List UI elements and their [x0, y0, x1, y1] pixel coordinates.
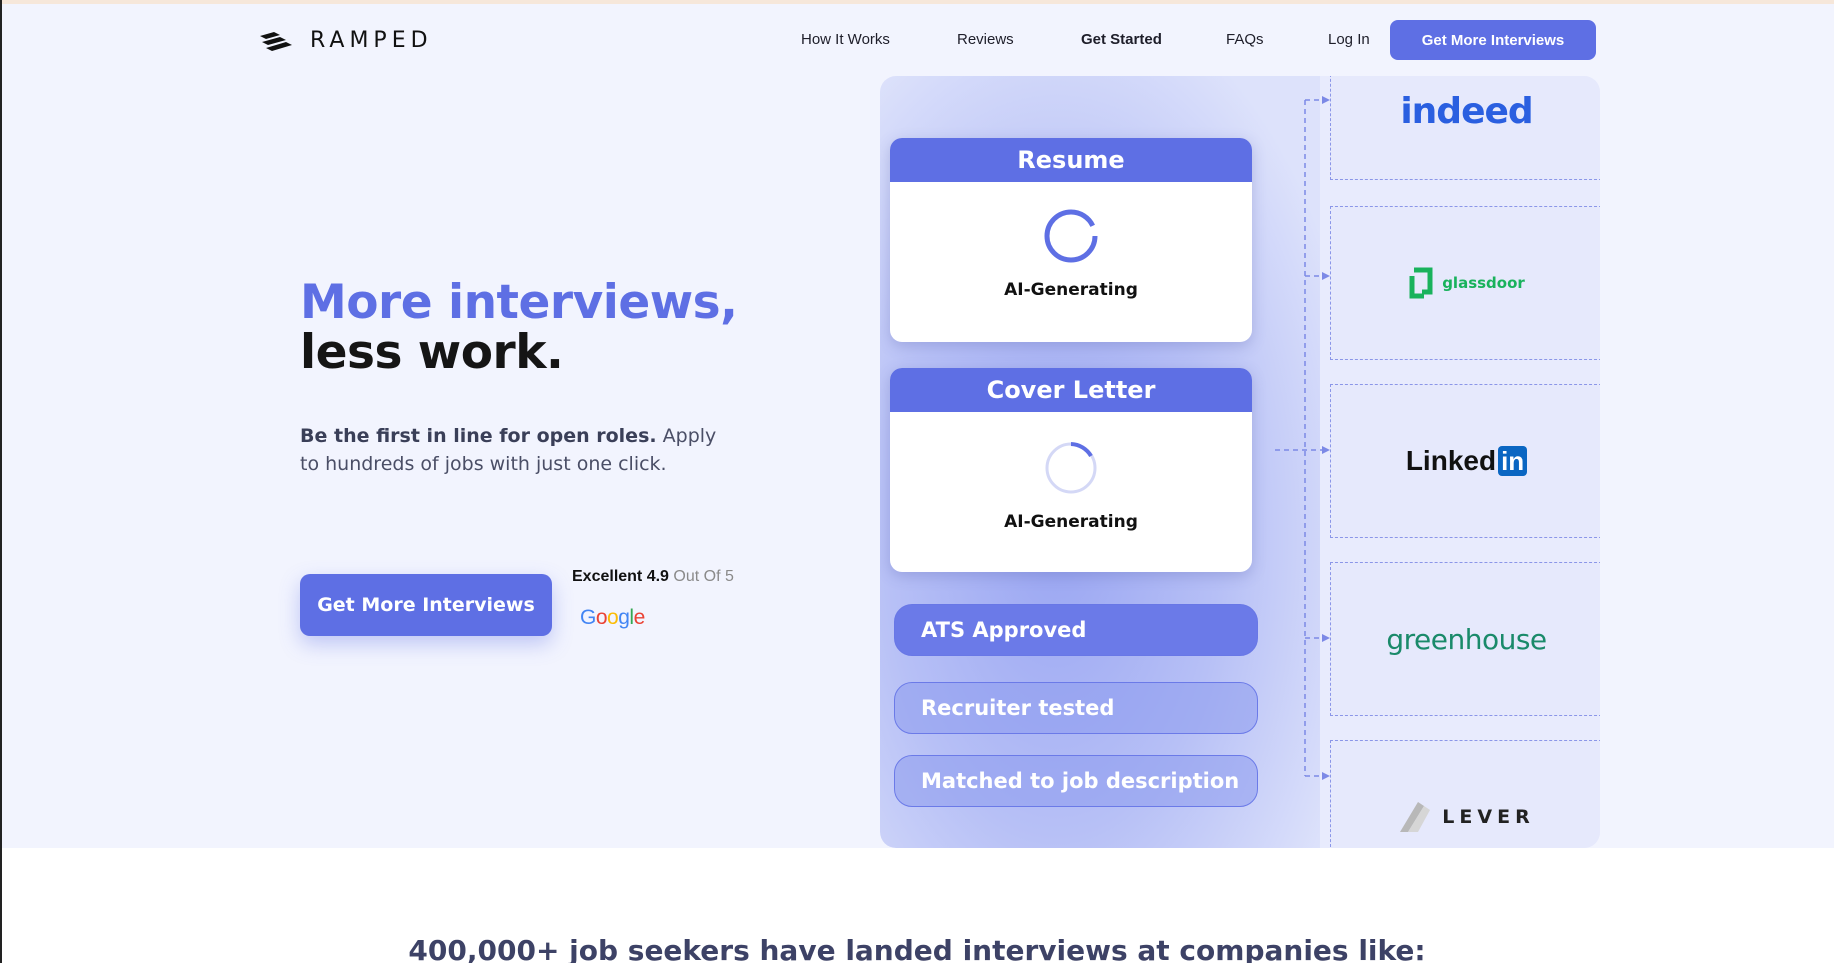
company-lever: LEVER	[1330, 740, 1600, 848]
headline-line-1: More interviews,	[300, 275, 738, 330]
left-border	[0, 0, 2, 963]
linkedin-in-badge: in	[1498, 446, 1528, 476]
subtext-bold: Be the first in line for open roles.	[300, 425, 657, 447]
glassdoor-wordmark: glassdoor	[1442, 274, 1525, 292]
lever-icon	[1400, 801, 1431, 832]
company-linkedin: Linked in	[1330, 384, 1600, 538]
nav-get-started[interactable]: Get Started	[1081, 31, 1162, 48]
rating: Excellent 4.9 Out Of 5	[572, 568, 734, 586]
pill-recruiter-tested: Recruiter tested	[894, 682, 1258, 734]
google-logo: Google	[580, 606, 645, 630]
company-greenhouse: greenhouse	[1330, 562, 1600, 716]
rating-score: Excellent 4.9	[572, 568, 669, 585]
nav-faqs[interactable]: FAQs	[1226, 31, 1264, 48]
hero-get-more-interviews-button[interactable]: Get More Interviews	[300, 574, 552, 636]
google-wordmark: Google	[580, 606, 645, 629]
nav-how-it-works[interactable]: How It Works	[801, 31, 890, 48]
hero-headline: More interviews, less work.	[300, 275, 738, 380]
cover-letter-card-status: AI-Generating	[1004, 512, 1138, 532]
resume-card-title: Resume	[890, 138, 1252, 182]
resume-card: Resume AI-Generating	[890, 138, 1252, 342]
rating-suffix: Out Of 5	[673, 568, 734, 585]
greenhouse-logo: greenhouse	[1386, 622, 1547, 656]
nav-get-more-interviews-button[interactable]: Get More Interviews	[1390, 20, 1596, 60]
glassdoor-logo: glassdoor	[1408, 266, 1525, 300]
pill-ats-approved: ATS Approved	[894, 604, 1258, 656]
lever-logo: LEVER	[1398, 800, 1534, 834]
top-nav: How It Works Reviews Get Started FAQs Lo…	[0, 20, 1834, 60]
company-glassdoor: glassdoor	[1330, 206, 1600, 360]
nav-reviews[interactable]: Reviews	[957, 31, 1014, 48]
company-indeed: indeed	[1330, 76, 1600, 180]
cover-letter-card: Cover Letter AI-Generating	[890, 368, 1252, 572]
linkedin-wordmark: Linked	[1405, 445, 1497, 476]
pill-matched-to-job: Matched to job description	[894, 755, 1258, 807]
headline-line-2: less work.	[300, 325, 564, 380]
lever-wordmark: LEVER	[1442, 805, 1535, 828]
hero-subtext: Be the first in line for open roles. App…	[300, 422, 720, 478]
feature-panel: Resume AI-Generating Cover Letter AI-Gen…	[880, 76, 1600, 848]
social-proof-heading: 400,000+ job seekers have landed intervi…	[408, 934, 1426, 963]
loading-spinner-icon	[1045, 442, 1097, 494]
linkedin-logo: Linked in	[1405, 445, 1528, 477]
loading-spinner-icon	[1044, 209, 1098, 263]
resume-card-status: AI-Generating	[1004, 280, 1138, 300]
nav-log-in[interactable]: Log In	[1328, 31, 1370, 48]
indeed-logo: indeed	[1400, 91, 1533, 132]
glassdoor-icon	[1409, 267, 1433, 299]
cover-letter-card-title: Cover Letter	[890, 368, 1252, 412]
